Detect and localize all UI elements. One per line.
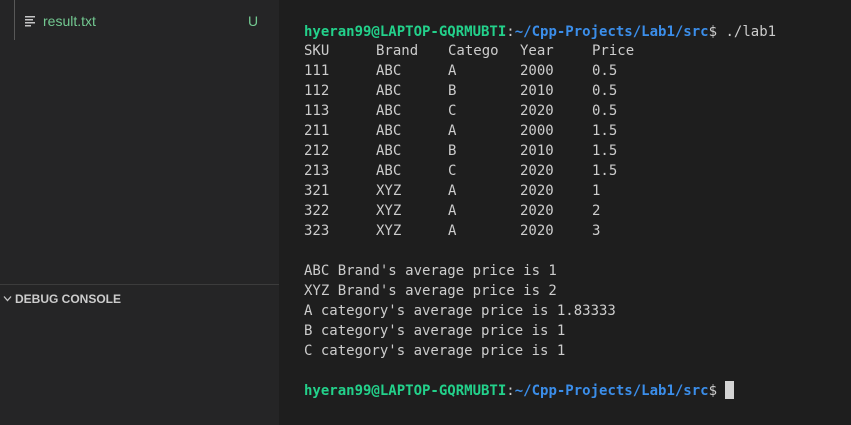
prompt-user: hyeran99@LAPTOP-GQRMUBTI xyxy=(304,383,507,399)
cell-brand: XYZ xyxy=(376,223,402,239)
table-row: 321 XYZ A 2020 1 xyxy=(304,181,600,201)
summary-line: ABC Brand's average price is 1 xyxy=(304,263,557,279)
cell-year: 2010 xyxy=(520,83,554,99)
summary-line: A category's average price is 1.83333 xyxy=(304,303,616,319)
cell-price: 1.5 xyxy=(592,143,618,159)
cell-price: 0.5 xyxy=(592,83,618,99)
cell-brand: ABC xyxy=(376,123,402,139)
table-row: 213 ABC C 2020 1.5 xyxy=(304,161,617,181)
cell-year: 2020 xyxy=(520,183,554,199)
debug-console-header[interactable]: DEBUG CONSOLE xyxy=(0,284,279,313)
cell-sku: 321 xyxy=(304,183,330,199)
cell-price: 3 xyxy=(592,223,601,239)
header-year: Year xyxy=(520,43,554,59)
summary-line: C category's average price is 1 xyxy=(304,343,566,359)
table-row: 211 ABC A 2000 1.5 xyxy=(304,121,617,141)
table-row: 322 XYZ A 2020 2 xyxy=(304,201,600,221)
file-name: result.txt xyxy=(43,13,96,29)
cell-sku: 211 xyxy=(304,123,330,139)
cell-price: 2 xyxy=(592,203,601,219)
cell-category: C xyxy=(448,163,457,179)
table-row: 111 ABC A 2000 0.5 xyxy=(304,61,617,81)
cell-brand: ABC xyxy=(376,163,402,179)
cell-year: 2020 xyxy=(520,223,554,239)
header-brand: Brand xyxy=(376,43,419,59)
prompt-symbol: $ xyxy=(708,383,718,399)
cell-price: 1 xyxy=(592,183,601,199)
header-sku: SKU xyxy=(304,43,330,59)
command-text: ./lab1 xyxy=(717,24,777,40)
cell-year: 2010 xyxy=(520,143,554,159)
prompt-path: ~/Cpp-Projects/Lab1/src xyxy=(514,24,709,40)
cell-brand: ABC xyxy=(376,63,402,79)
header-price: Price xyxy=(592,43,635,59)
terminal-panel[interactable]: hyeran99@LAPTOP-GQRMUBTI:~/Cpp-Projects/… xyxy=(279,0,851,425)
cell-year: 2020 xyxy=(520,163,554,179)
debug-console-title: DEBUG CONSOLE xyxy=(15,292,122,306)
cell-category: C xyxy=(448,103,457,119)
table-row: 113 ABC C 2020 0.5 xyxy=(304,101,617,121)
text-cursor xyxy=(725,381,735,399)
prompt-user: hyeran99@LAPTOP-GQRMUBTI xyxy=(304,24,507,40)
table-header-row: SKU Brand Catego Year Price xyxy=(304,41,634,61)
cell-sku: 323 xyxy=(304,223,330,239)
cell-sku: 112 xyxy=(304,83,330,99)
header-category: Catego xyxy=(448,43,499,59)
cell-brand: XYZ xyxy=(376,203,402,219)
cell-price: 0.5 xyxy=(592,63,618,79)
table-row: 323 XYZ A 2020 3 xyxy=(304,221,600,241)
cell-category: A xyxy=(448,183,457,199)
cell-brand: ABC xyxy=(376,83,402,99)
cell-sku: 213 xyxy=(304,163,330,179)
cell-price: 0.5 xyxy=(592,103,618,119)
cell-year: 2000 xyxy=(520,63,554,79)
cell-sku: 322 xyxy=(304,203,330,219)
cell-category: A xyxy=(448,123,457,139)
cell-price: 1.5 xyxy=(592,123,618,139)
cell-brand: ABC xyxy=(376,143,402,159)
chevron-down-icon xyxy=(3,296,12,302)
cell-category: A xyxy=(448,203,457,219)
cell-sku: 212 xyxy=(304,143,330,159)
summary-line: B category's average price is 1 xyxy=(304,323,566,339)
vscode-window: result.txt U DEBUG CONSOLE hyeran99@LAPT… xyxy=(0,0,851,425)
lines-icon xyxy=(25,16,35,27)
cell-year: 2020 xyxy=(520,203,554,219)
cell-category: B xyxy=(448,83,457,99)
cell-category: A xyxy=(448,223,457,239)
cell-price: 1.5 xyxy=(592,163,618,179)
cell-category: B xyxy=(448,143,457,159)
cell-brand: XYZ xyxy=(376,183,402,199)
summary-line: XYZ Brand's average price is 2 xyxy=(304,283,557,299)
prompt-colon: : xyxy=(506,383,515,399)
table-row: 112 ABC B 2010 0.5 xyxy=(304,81,617,101)
git-status-badge: U xyxy=(248,13,259,29)
prompt-symbol: $ xyxy=(708,24,718,40)
prompt-colon: : xyxy=(506,24,515,40)
prompt-path: ~/Cpp-Projects/Lab1/src xyxy=(514,383,709,399)
sidebar: result.txt U DEBUG CONSOLE xyxy=(0,0,279,425)
cell-year: 2020 xyxy=(520,103,554,119)
table-row: 212 ABC B 2010 1.5 xyxy=(304,141,617,161)
cell-brand: ABC xyxy=(376,103,402,119)
explorer-file-item[interactable]: result.txt U xyxy=(0,9,279,33)
cell-year: 2000 xyxy=(520,123,554,139)
cell-category: A xyxy=(448,63,457,79)
cell-sku: 113 xyxy=(304,103,330,119)
cell-sku: 111 xyxy=(304,63,330,79)
command-prompt-line: hyeran99@LAPTOP-GQRMUBTI:~/Cpp-Projects/… xyxy=(304,22,776,42)
active-prompt-line[interactable]: hyeran99@LAPTOP-GQRMUBTI:~/Cpp-Projects/… xyxy=(304,381,735,401)
